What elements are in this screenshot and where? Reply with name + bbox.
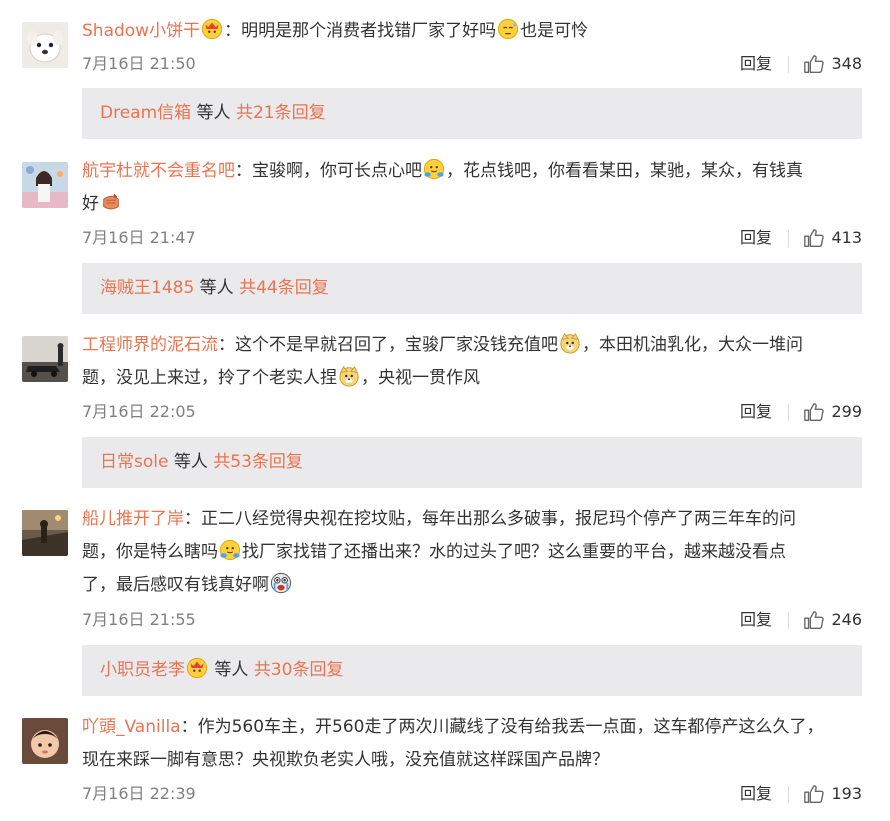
avatar[interactable]: [22, 336, 68, 382]
comment-meta: 7月16日 21:47 回复 413: [82, 225, 862, 251]
comment-text: 吖頭_Vanilla：作为560车主，开560走了两次川藏线了没有给我丢一点面，…: [82, 711, 862, 777]
sub-replies-bar[interactable]: 日常sole 等人 共53条回复: [82, 437, 862, 488]
comment-body: ：明明是那个消费者找错厂家了好吗: [224, 21, 497, 41]
comment-body: ：作为560车主，开560走了两次川藏线了没有给我丢一点面，这车都停产这么久了，: [180, 717, 824, 737]
comment-time: 7月16日 21:55: [82, 610, 196, 629]
reply-button[interactable]: 回复: [740, 51, 772, 77]
comment-body-line2: 好: [82, 194, 99, 214]
thumbs-up-icon: [802, 53, 826, 75]
comment-body: ：宝骏啊，你可长点心吧: [235, 161, 422, 181]
like-count: 299: [831, 402, 862, 421]
sub-replies-bar[interactable]: 小职员老李 等人 共30条回复: [82, 645, 862, 696]
comment-body-cont: 找厂家找错了还播出来？水的过头了吧？这么重要的平台，越来越没看点: [242, 542, 786, 562]
comment-meta: 7月16日 22:05 回复 299: [82, 399, 862, 425]
comment-body-line2: 题，你是特么瞎吗: [82, 542, 218, 562]
comment-text: 工程师界的泥石流：这个不是早就召回了，宝骏厂家没钱充值吧 ，本田机油乳化，大众一堆…: [82, 329, 862, 395]
crown-badge-icon: [201, 18, 223, 40]
comment-text: 航宇杜就不会重名吧：宝骏啊，你可长点心吧 ，花点钱吧，你看看某田，某驰，某众，有钱…: [82, 155, 862, 221]
crown-badge-icon: [186, 649, 208, 671]
comment-body-line3: 了，最后感叹有钱真好啊: [82, 575, 269, 595]
hug-emoji-icon: [219, 539, 241, 561]
sub-reply-mid-text: 等人: [194, 278, 240, 298]
sub-replies-bar[interactable]: Dream信箱 等人 共21条回复: [82, 88, 862, 139]
comment-meta: 7月16日 21:55 回复 246: [82, 607, 862, 633]
sub-reply-mid-text: 等人: [168, 452, 214, 472]
username-link[interactable]: 吖頭_Vanilla: [82, 717, 181, 737]
divider: [788, 230, 789, 247]
sub-reply-total-link[interactable]: 共21条回复: [236, 103, 326, 123]
reply-button[interactable]: 回复: [740, 399, 772, 425]
comment-text: Shadow小饼干 ：明明是那个消费者找错厂家了好吗 也是可怜: [82, 15, 862, 48]
reply-button[interactable]: 回复: [740, 225, 772, 251]
username-link[interactable]: Shadow小饼干: [82, 21, 200, 41]
divider: [788, 56, 789, 73]
username-link[interactable]: 工程师界的泥石流: [82, 335, 218, 355]
sub-reply-total-link[interactable]: 共30条回复: [254, 660, 344, 680]
like-count: 413: [831, 228, 862, 247]
avatar[interactable]: [22, 510, 68, 556]
thumbs-up-icon: [802, 783, 826, 805]
thumbs-up-icon: [802, 609, 826, 631]
fist-emoji-icon: [100, 191, 122, 213]
doge-emoji-icon: [559, 332, 581, 354]
comment-body-line2: 现在来踩一脚有意思？央视欺负老实人哦，没充值就这样踩国产品牌？: [82, 750, 609, 770]
comment-meta: 7月16日 21:50 回复 348: [82, 51, 862, 77]
comment-body-line2: 题，没见上来过，拎了个老实人捏: [82, 368, 337, 388]
like-count: 246: [831, 610, 862, 629]
username-link[interactable]: 航宇杜就不会重名吧: [82, 161, 235, 181]
reply-button[interactable]: 回复: [740, 781, 772, 807]
comment-time: 7月16日 21:47: [82, 228, 196, 247]
sub-reply-total-link[interactable]: 共44条回复: [239, 278, 329, 298]
hug-emoji-icon: [423, 158, 445, 180]
avatar[interactable]: [22, 22, 68, 68]
comment-body: ：正二八经觉得央视在挖坟贴，每年出那么多破事，报尼玛个停产了两三年车的问: [184, 509, 796, 529]
sub-replies-bar[interactable]: 海贼王1485 等人 共44条回复: [82, 263, 862, 314]
sub-reply-mid-text: 等人: [209, 660, 254, 680]
sub-reply-mid-text: 等人: [191, 103, 236, 123]
doge-emoji-icon: [338, 365, 360, 387]
comment-body: ：这个不是早就召回了，宝骏厂家没钱充值吧: [218, 335, 558, 355]
divider: [788, 612, 789, 629]
avatar[interactable]: [22, 718, 68, 764]
divider: [788, 404, 789, 421]
sub-reply-total-link[interactable]: 共53条回复: [213, 452, 303, 472]
comment-body-cont: 也是可怜: [520, 21, 589, 41]
comment-time: 7月16日 22:39: [82, 784, 196, 803]
sub-reply-user-link[interactable]: 日常sole: [100, 452, 168, 472]
thumbs-up-icon: [802, 227, 826, 249]
divider: [788, 786, 789, 803]
thumbs-up-icon: [802, 401, 826, 423]
comment-time: 7月16日 22:05: [82, 402, 196, 421]
comment-text: 船儿推开了岸：正二八经觉得央视在挖坟贴，每年出那么多破事，报尼玛个停产了两三年车…: [82, 503, 862, 602]
reply-button[interactable]: 回复: [740, 607, 772, 633]
comment-body-cont: ，本田机油乳化，大众一堆问: [582, 335, 803, 355]
sub-reply-user-link[interactable]: 小职员老李: [100, 660, 185, 680]
comment-time: 7月16日 21:50: [82, 54, 196, 73]
comment-meta: 7月16日 22:39 回复 193: [82, 781, 862, 807]
comment-body-cont: ，花点钱吧，你看看某田，某驰，某众，有钱真: [446, 161, 803, 181]
username-link[interactable]: 船儿推开了岸: [82, 509, 184, 529]
like-count: 193: [831, 784, 862, 803]
avatar[interactable]: [22, 162, 68, 208]
comment-body-cont2: ，央视一贯作风: [361, 368, 480, 388]
sub-reply-user-link[interactable]: 海贼王1485: [100, 278, 194, 298]
crying-emoji-icon: [270, 572, 292, 594]
like-count: 348: [831, 54, 862, 73]
sweat-emoji-icon: [497, 18, 519, 40]
sub-reply-user-link[interactable]: Dream信箱: [100, 103, 191, 123]
